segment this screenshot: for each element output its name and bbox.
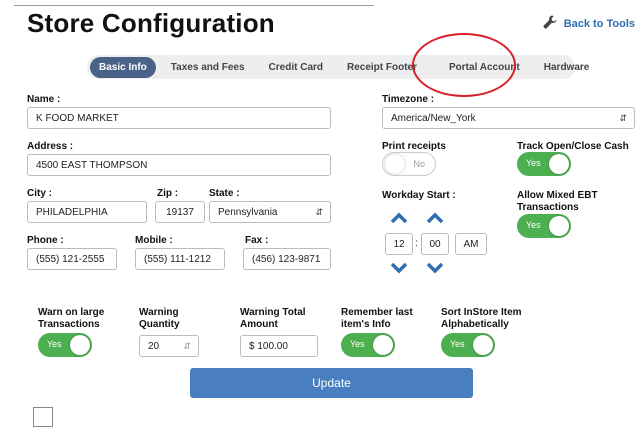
minute-input[interactable]: 00: [421, 233, 449, 255]
update-button[interactable]: Update: [190, 368, 473, 398]
chevron-up-icon: [390, 212, 408, 224]
back-to-tools-label: Back to Tools: [563, 17, 635, 30]
sort-instore-toggle[interactable]: Yes: [441, 333, 495, 357]
address-input[interactable]: 4500 EAST THOMPSON: [27, 154, 331, 176]
address-label: Address :: [27, 141, 74, 152]
hour-decrement-button[interactable]: [390, 262, 408, 274]
toggle-state-label: Yes: [350, 339, 365, 349]
minute-decrement-button[interactable]: [426, 262, 444, 274]
name-label: Name :: [27, 94, 61, 105]
state-value: Pennsylvania: [218, 206, 278, 218]
top-border: [14, 0, 374, 6]
select-caret-icon: ⇵: [619, 113, 627, 123]
toggle-knob: [549, 154, 569, 174]
phone-label: Phone :: [27, 235, 64, 246]
warn-large-label: Warn on large Transactions: [38, 307, 105, 330]
timezone-value: America/New_York: [391, 112, 476, 124]
toggle-knob: [373, 335, 393, 355]
timezone-select[interactable]: America/New_York ⇵: [382, 107, 635, 129]
city-input[interactable]: PHILADELPHIA: [27, 201, 147, 223]
toggle-state-label: No: [413, 159, 425, 169]
fax-input[interactable]: (456) 123-9871: [243, 248, 331, 270]
tab-credit-card[interactable]: Credit Card: [260, 57, 332, 78]
ampm-button[interactable]: AM: [455, 233, 487, 255]
allow-mixed-ebt-toggle[interactable]: Yes: [517, 214, 571, 238]
back-to-tools-link[interactable]: Back to Tools: [542, 14, 635, 33]
warning-total-input[interactable]: $ 100.00: [240, 335, 318, 357]
phone-input[interactable]: (555) 121-2555: [27, 248, 117, 270]
hour-increment-button[interactable]: [390, 212, 408, 224]
hour-input[interactable]: 12: [385, 233, 413, 255]
toggle-state-label: Yes: [450, 339, 465, 349]
wrench-icon: [542, 14, 558, 33]
state-label: State :: [209, 188, 240, 199]
tab-portal-account[interactable]: Portal Account: [440, 57, 529, 78]
tab-receipt-footer[interactable]: Receipt Footer: [338, 57, 426, 78]
remember-last-label: Remember last item's Info: [341, 307, 413, 330]
chevron-down-icon: [426, 262, 444, 274]
toggle-knob: [70, 335, 90, 355]
allow-mixed-ebt-label: Allow Mixed EBT Transactions: [517, 190, 598, 213]
tab-hardware[interactable]: Hardware: [535, 57, 599, 78]
track-open-close-toggle[interactable]: Yes: [517, 152, 571, 176]
toggle-knob: [549, 216, 569, 236]
select-caret-icon: ⇵: [315, 207, 323, 217]
zip-input[interactable]: 19137: [155, 201, 205, 223]
page-title: Store Configuration: [27, 8, 275, 38]
warning-quantity-label: Warning Quantity: [139, 307, 180, 330]
tab-taxes-and-fees[interactable]: Taxes and Fees: [162, 57, 254, 78]
name-input[interactable]: K FOOD MARKET: [27, 107, 331, 129]
warning-quantity-value: 20: [148, 340, 160, 352]
warning-quantity-input[interactable]: 20 ⇵: [139, 335, 199, 357]
chevron-down-icon: [390, 262, 408, 274]
minute-increment-button[interactable]: [426, 212, 444, 224]
toggle-state-label: Yes: [526, 220, 541, 230]
timezone-label: Timezone :: [382, 94, 435, 105]
spinner-icon: ⇵: [183, 341, 191, 351]
warn-large-toggle[interactable]: Yes: [38, 333, 92, 357]
zip-label: Zip :: [157, 188, 179, 199]
toggle-knob: [473, 335, 493, 355]
chevron-up-icon: [426, 212, 444, 224]
print-receipts-toggle[interactable]: No: [382, 152, 436, 176]
toggle-state-label: Yes: [526, 158, 541, 168]
mobile-label: Mobile :: [135, 235, 173, 246]
time-separator: :: [415, 238, 418, 249]
workday-start-label: Workday Start :: [382, 190, 456, 201]
toggle-state-label: Yes: [47, 339, 62, 349]
fax-label: Fax :: [245, 235, 269, 246]
mobile-input[interactable]: (555) 111-1212: [135, 248, 225, 270]
warning-total-label: Warning Total Amount: [240, 307, 306, 330]
checkbox[interactable]: [33, 407, 53, 427]
city-label: City :: [27, 188, 52, 199]
state-select[interactable]: Pennsylvania ⇵: [209, 201, 331, 223]
tab-bar: Basic Info Taxes and Fees Credit Card Re…: [87, 55, 589, 79]
remember-last-toggle[interactable]: Yes: [341, 333, 395, 357]
tab-basic-info[interactable]: Basic Info: [90, 56, 156, 78]
sort-instore-label: Sort InStore Item Alphabetically: [441, 307, 522, 330]
toggle-knob: [385, 154, 405, 174]
